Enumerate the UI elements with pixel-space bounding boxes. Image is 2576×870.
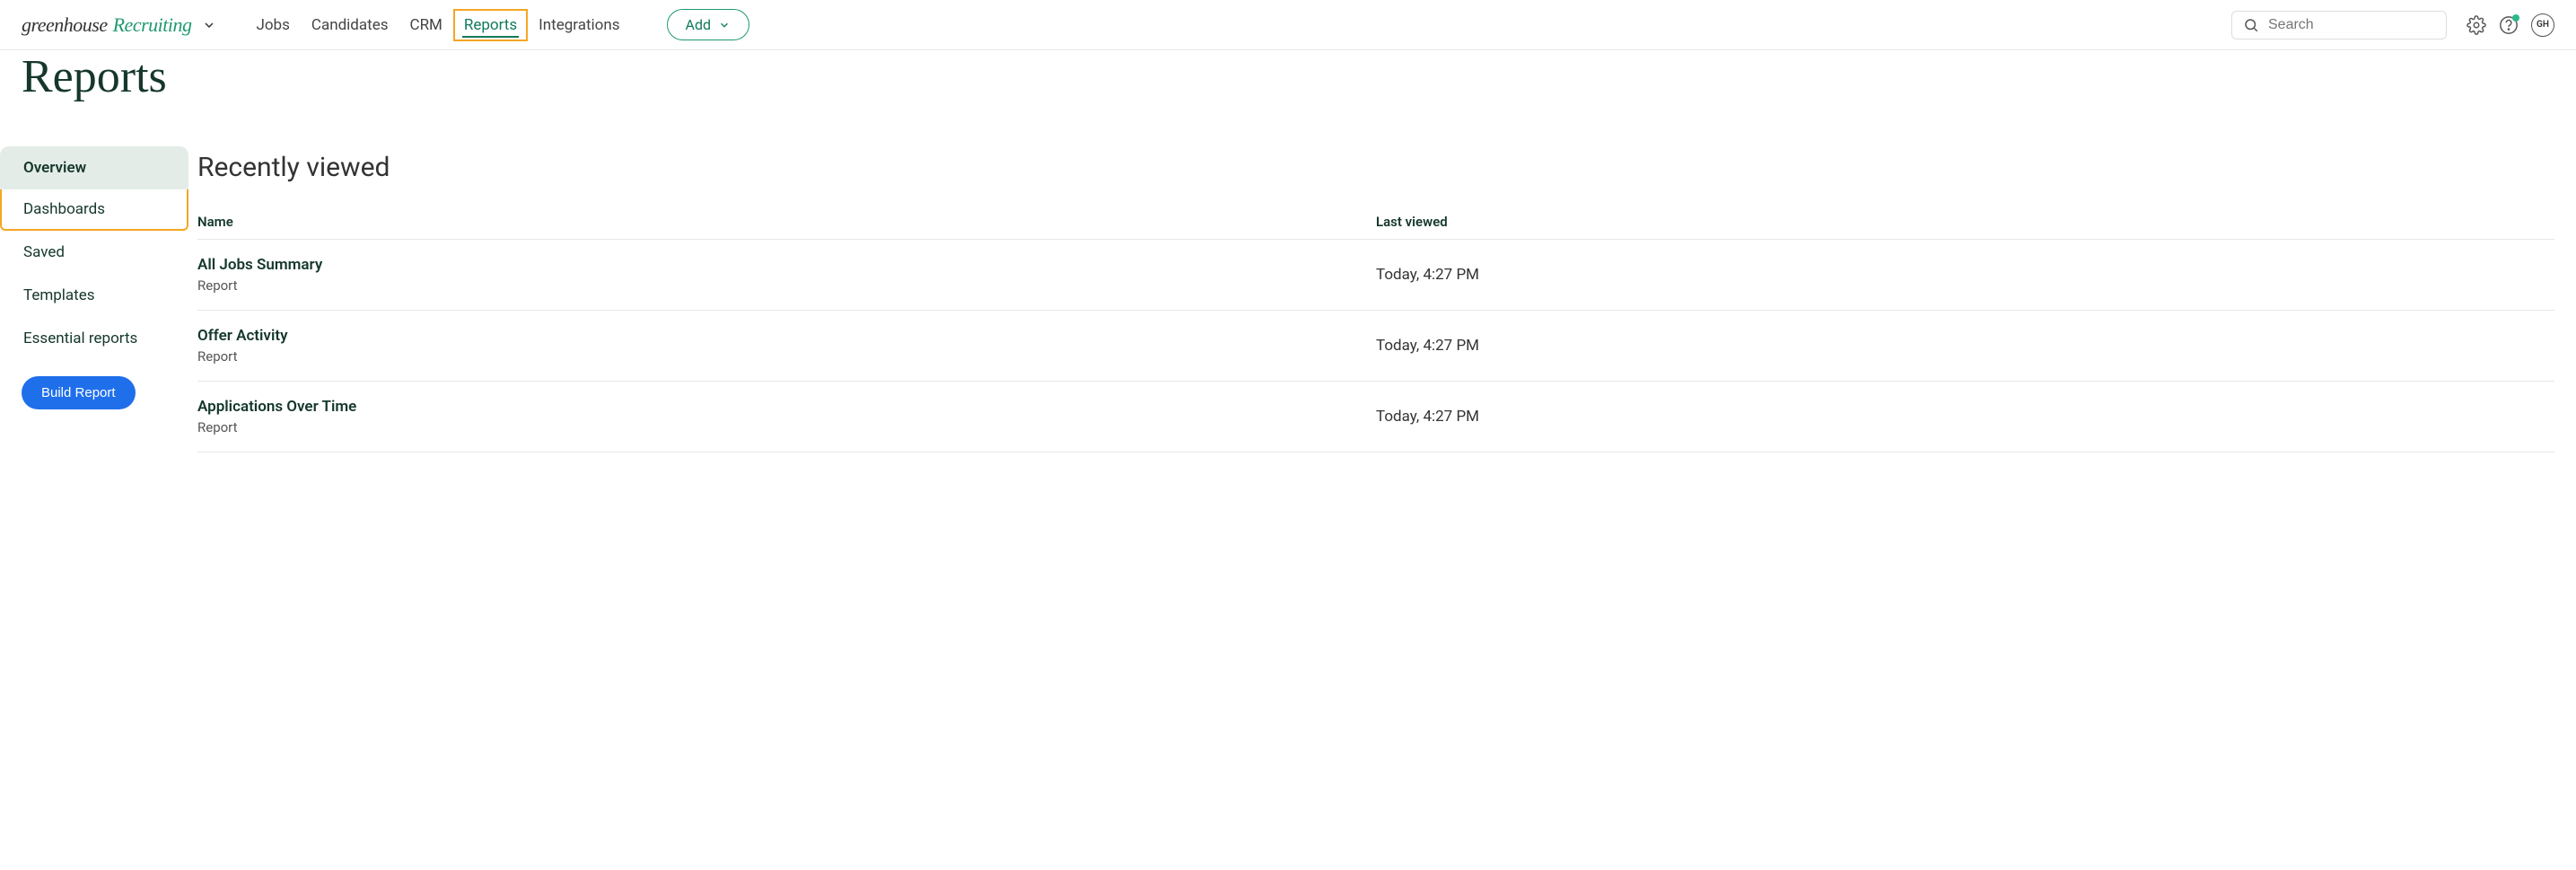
row-last-viewed: Today, 4:27 PM xyxy=(1376,337,2554,355)
col-last-header: Last viewed xyxy=(1376,214,2554,230)
search-icon xyxy=(2243,17,2259,33)
add-button[interactable]: Add xyxy=(667,9,749,40)
nav-crm[interactable]: CRM xyxy=(399,9,453,41)
col-name-header: Name xyxy=(197,214,1376,230)
gear-icon xyxy=(2466,15,2486,35)
chevron-down-icon xyxy=(718,19,731,31)
row-title: All Jobs Summary xyxy=(197,256,1376,274)
sidebar: Overview Dashboards Saved Templates Esse… xyxy=(0,125,188,426)
row-last-viewed: Today, 4:27 PM xyxy=(1376,266,2554,284)
help-button[interactable] xyxy=(2499,15,2519,35)
settings-button[interactable] xyxy=(2466,15,2486,35)
sidebar-item-overview[interactable]: Overview xyxy=(0,146,188,189)
page-title: Reports xyxy=(0,50,2576,125)
build-report-button[interactable]: Build Report xyxy=(22,376,136,409)
recently-viewed-table: Name Last viewed All Jobs Summary Report… xyxy=(197,205,2554,453)
nav-jobs[interactable]: Jobs xyxy=(245,9,300,41)
chevron-down-icon[interactable] xyxy=(202,18,216,32)
notification-dot-icon xyxy=(2512,14,2519,22)
add-label: Add xyxy=(686,16,711,33)
table-row[interactable]: Offer Activity Report Today, 4:27 PM xyxy=(197,311,2554,382)
row-subtitle: Report xyxy=(197,348,1376,365)
page-body: Overview Dashboards Saved Templates Esse… xyxy=(0,125,2576,474)
table-row[interactable]: Applications Over Time Report Today, 4:2… xyxy=(197,382,2554,453)
avatar[interactable]: GH xyxy=(2531,13,2554,37)
row-title: Applications Over Time xyxy=(197,398,1376,416)
table-row[interactable]: All Jobs Summary Report Today, 4:27 PM xyxy=(197,240,2554,311)
sidebar-item-essential[interactable]: Essential reports xyxy=(0,317,188,360)
row-title: Offer Activity xyxy=(197,327,1376,345)
main-content: Recently viewed Name Last viewed All Job… xyxy=(188,125,2576,474)
search-input[interactable] xyxy=(2268,17,2454,33)
nav-candidates[interactable]: Candidates xyxy=(301,9,399,41)
section-title: Recently viewed xyxy=(197,152,2554,183)
sidebar-item-templates[interactable]: Templates xyxy=(0,274,188,317)
table-header: Name Last viewed xyxy=(197,205,2554,240)
brand-part2: Recruiting xyxy=(113,13,192,37)
row-subtitle: Report xyxy=(197,277,1376,294)
avatar-initials: GH xyxy=(2537,20,2549,30)
brand-part1: greenhouse xyxy=(22,13,108,37)
nav-reports[interactable]: Reports xyxy=(453,9,528,41)
top-icons: GH xyxy=(2466,13,2554,37)
sidebar-item-dashboards[interactable]: Dashboards xyxy=(0,189,188,231)
row-subtitle: Report xyxy=(197,419,1376,435)
row-last-viewed: Today, 4:27 PM xyxy=(1376,408,2554,426)
sidebar-item-saved[interactable]: Saved xyxy=(0,231,188,274)
search-box[interactable] xyxy=(2231,11,2447,40)
top-nav: greenhouse Recruiting Jobs Candidates CR… xyxy=(0,0,2576,50)
nav-integrations[interactable]: Integrations xyxy=(528,9,630,41)
nav-links: Jobs Candidates CRM Reports Integrations xyxy=(245,9,630,41)
brand[interactable]: greenhouse Recruiting xyxy=(22,13,216,37)
